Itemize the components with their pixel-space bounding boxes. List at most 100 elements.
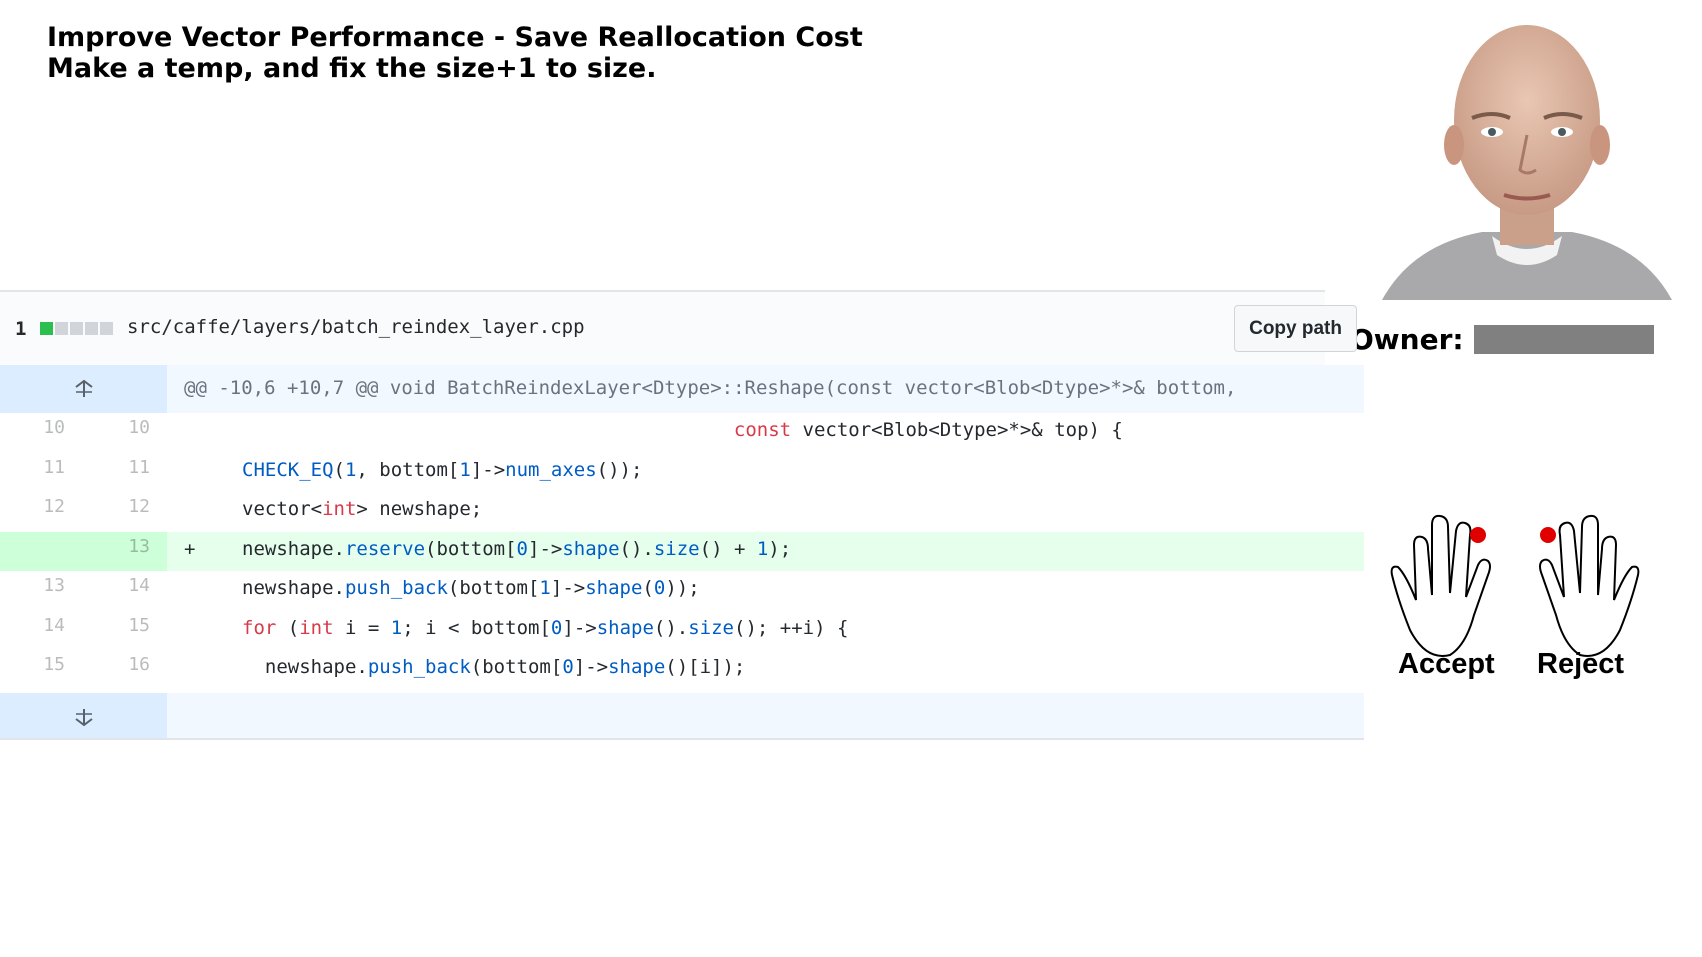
owner-label: Owner: (1350, 323, 1464, 356)
title-line-2: Make a temp, and fix the size+1 to size. (47, 53, 657, 84)
code-token: ()); (596, 458, 643, 481)
file-path[interactable]: src/caffe/layers/batch_reindex_layer.cpp (127, 316, 585, 338)
code-line: 12 12 vector<int> newshape; (0, 492, 1364, 531)
title-line-1: Improve Vector Performance - Save Reallo… (47, 22, 863, 53)
code-token: newshape. (242, 577, 345, 599)
old-line-number[interactable]: 12 (25, 496, 65, 517)
code-token: shape (608, 656, 666, 678)
code-token: (). (653, 616, 689, 639)
code-token: push_back (367, 656, 471, 678)
new-line-number[interactable]: 13 (110, 536, 150, 557)
code-token: (); ++i) { (734, 616, 849, 639)
code-token: > newshape; (356, 498, 483, 520)
code-token: CHECK_EQ (242, 458, 334, 481)
code-token: 0 (653, 577, 666, 599)
code-token: for (242, 616, 277, 639)
code-token: shape (596, 616, 654, 639)
expand-up-icon[interactable] (73, 378, 95, 400)
code-token: (bottom[ (425, 537, 517, 560)
new-line-number[interactable]: 10 (110, 417, 150, 438)
code-token: ]-> (528, 537, 563, 560)
code-token: reserve (344, 537, 426, 560)
code-token: 1 (459, 458, 471, 481)
old-line-number[interactable]: 14 (25, 615, 65, 636)
code-token: , bottom[ (356, 458, 460, 481)
hunk-header-text: @@ -10,6 +10,7 @@ void BatchReindexLayer… (184, 377, 1237, 399)
file-header: 1 src/caffe/layers/batch_reindex_layer.c… (0, 290, 1357, 365)
code-token: (). (619, 537, 654, 560)
expand-down-gutter[interactable] (0, 693, 167, 738)
code-text: const vector<Blob<Dtype>*>& top) { (242, 419, 1123, 441)
accept-label[interactable]: Accept (1398, 648, 1495, 681)
code-text: newshape.reserve(bottom[0]->shape().size… (242, 538, 791, 560)
code-text: newshape.push_back(bottom[1]->shape(0)); (242, 577, 700, 599)
code-token: 1 (756, 537, 769, 560)
code-line: 10 10 const vector<Blob<Dtype>*>& top) { (0, 413, 1364, 452)
code-token: size (653, 537, 700, 560)
code-token: ( (276, 616, 300, 639)
code-token: ( (642, 577, 654, 599)
code-token: push_back (344, 577, 448, 599)
code-token: newshape. (242, 656, 368, 678)
owner-name-redacted (1473, 325, 1654, 354)
code-line: 15 16 newshape.push_back(bottom[0]->shape… (0, 650, 1364, 689)
code-token: (bottom[ (447, 577, 540, 599)
code-token: ; i < bottom[ (402, 616, 551, 639)
code-token: ]-> (573, 656, 609, 678)
code-token: ( (333, 458, 345, 481)
reject-label[interactable]: Reject (1537, 648, 1624, 681)
code-token: ]-> (562, 616, 597, 639)
code-token: size (688, 616, 734, 639)
code-token: int (322, 498, 357, 520)
code-token: )); (665, 577, 700, 599)
old-line-number[interactable]: 15 (25, 654, 65, 675)
code-token: 1 (344, 458, 357, 481)
diff-bottom-border (0, 738, 1364, 740)
new-line-number[interactable]: 12 (110, 496, 150, 517)
diff-panel: 1 src/caffe/layers/batch_reindex_layer.c… (0, 290, 1364, 740)
code-token: num_axes (505, 458, 597, 481)
code-token: newshape. (242, 537, 345, 560)
code-text: CHECK_EQ(1, bottom[1]->num_axes()); (242, 459, 642, 481)
code-token: 1 (390, 616, 403, 639)
file-change-count: 1 (15, 318, 27, 340)
new-line-number[interactable]: 16 (110, 654, 150, 675)
code-text: for (int i = 1; i < bottom[0]->shape().s… (242, 617, 848, 639)
code-token: ]-> (550, 577, 586, 599)
code-token: vector<Blob<Dtype>*>& top) { (791, 419, 1123, 441)
owner-row: Owner: (1350, 323, 1654, 356)
diff-marker: + (184, 537, 196, 560)
old-line-number[interactable]: 13 (25, 575, 65, 596)
new-line-number[interactable]: 14 (110, 575, 150, 596)
code-token: shape (562, 537, 620, 560)
code-line: 14 15 for (int i = 1; i < bottom[0]->shape… (0, 611, 1364, 650)
title-block: Improve Vector Performance - Save Reallo… (47, 22, 863, 84)
code-token: 0 (516, 537, 528, 560)
code-token: vector< (242, 498, 323, 520)
code-token: ]-> (470, 458, 506, 481)
expand-down-icon[interactable] (73, 706, 95, 728)
added-code-line: 13 + newshape.reserve(bottom[0]->shape().s… (0, 531, 1364, 571)
diffstat-blocks (40, 322, 113, 335)
code-token: const (733, 419, 792, 441)
hunk-footer-row (0, 693, 1364, 738)
code-token: ()[i]); (665, 656, 746, 678)
code-text: newshape.push_back(bottom[0]->shape()[i]… (242, 656, 746, 678)
expand-up-gutter[interactable] (0, 365, 167, 413)
code-token: (bottom[ (470, 656, 563, 678)
hunk-header-row: @@ -10,6 +10,7 @@ void BatchReindexLayer… (0, 365, 1364, 413)
new-line-number[interactable]: 11 (110, 457, 150, 478)
old-line-number[interactable]: 10 (25, 417, 65, 438)
copy-path-button[interactable]: Copy path (1234, 305, 1357, 352)
owner-portrait (1382, 25, 1672, 300)
code-token: ); (768, 537, 792, 560)
new-line-number[interactable]: 15 (110, 615, 150, 636)
code-token: 0 (550, 616, 563, 639)
code-token: () + (699, 537, 757, 560)
old-line-number[interactable]: 11 (25, 457, 65, 478)
code-token: shape (585, 577, 643, 599)
code-text: vector<int> newshape; (242, 498, 482, 520)
code-token: int (299, 616, 334, 639)
code-token: i = (333, 616, 391, 639)
